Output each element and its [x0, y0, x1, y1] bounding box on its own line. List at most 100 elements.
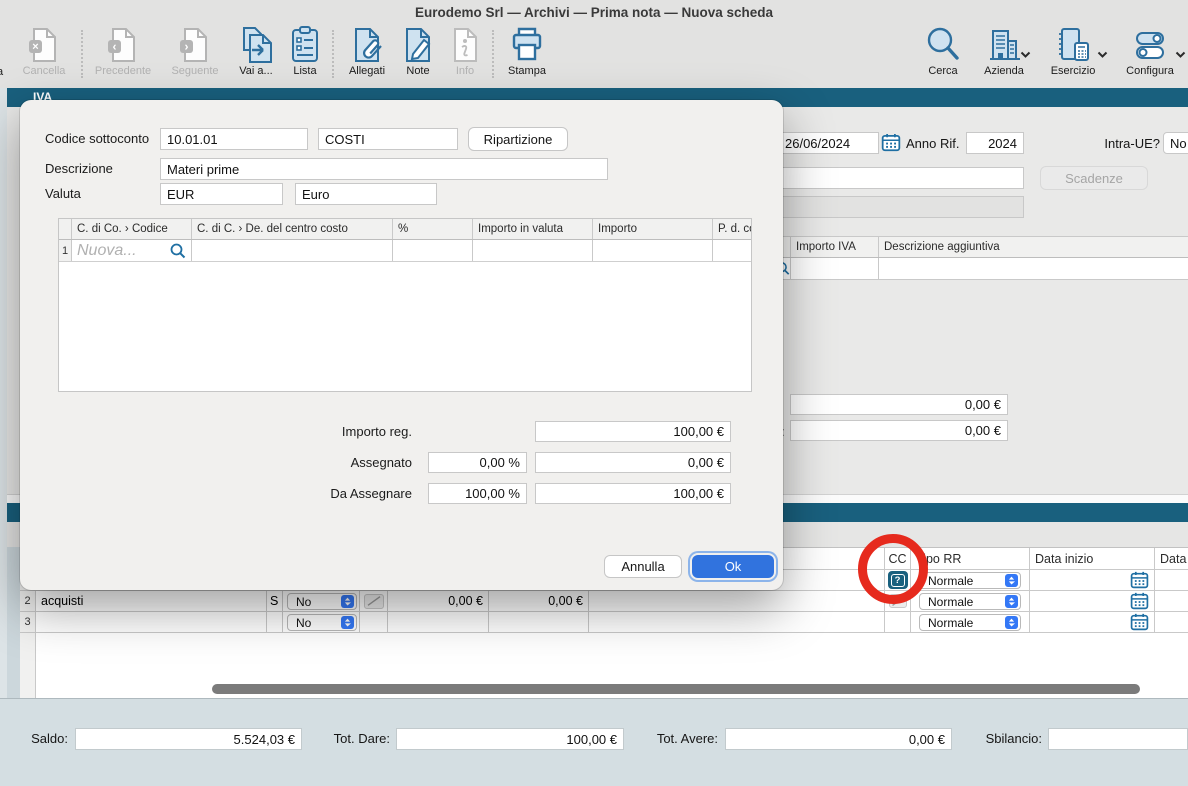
annotation-red-circle	[858, 534, 928, 604]
conto-name-field[interactable]: COSTI	[318, 128, 458, 150]
data-fine-cell[interactable]	[1155, 570, 1188, 590]
toolbar-label: Info	[456, 65, 474, 77]
codice-sottoconto-field[interactable]: 10.01.01	[160, 128, 308, 150]
data-fine-cell[interactable]	[1155, 612, 1188, 632]
grid-cell[interactable]	[192, 240, 393, 261]
select-stepper-icon	[1005, 595, 1018, 608]
tot-avere-label: Tot. Avere:	[648, 731, 718, 746]
toolbar-separator	[81, 30, 83, 78]
rows-grid-row-3: 3 No Normale	[20, 612, 1188, 633]
annulla-button[interactable]: Annulla	[604, 555, 682, 578]
toolbar-item-partial-label: a	[0, 66, 3, 78]
toolbar-label: Vai a...	[239, 65, 272, 77]
search-icon[interactable]	[170, 243, 186, 259]
no-select[interactable]: No	[287, 614, 357, 631]
tipo-rr-select[interactable]: Normale	[919, 614, 1021, 631]
ripartizione-grid-row-1: 1 Nuova...	[59, 240, 751, 262]
description-field[interactable]	[772, 167, 1024, 189]
data-fine-cell[interactable]	[1155, 591, 1188, 611]
descrizione-cell[interactable]: acquisti	[36, 591, 267, 611]
select-cell: No	[283, 612, 360, 632]
valuta-name-field[interactable]: Euro	[295, 183, 437, 205]
ok-button[interactable]: Ok	[692, 555, 774, 578]
svg-text:›: ›	[185, 40, 189, 54]
toolbar-label: Stampa	[508, 65, 546, 77]
ripartizione-grid: C. di Co. › Codice C. di C. › De. del ce…	[58, 218, 752, 392]
attachments-icon	[347, 25, 387, 65]
descrizione-cell[interactable]	[36, 612, 267, 632]
importo-reg-label: Importo reg.	[260, 424, 412, 439]
select-cell: No	[283, 591, 360, 611]
select-stepper-icon	[1005, 616, 1018, 629]
no-select[interactable]: No	[287, 593, 357, 610]
select-stepper-icon	[1005, 574, 1018, 587]
window-title: Eurodemo Srl — Archivi — Prima nota — Nu…	[0, 5, 1188, 20]
sbilancio-field	[1048, 728, 1188, 750]
calendar-icon[interactable]	[881, 133, 901, 157]
grid-cell[interactable]	[713, 240, 751, 261]
saldo-field: 5.524,03 €	[75, 728, 302, 750]
data-inizio-cell	[1030, 591, 1155, 611]
importo-cell[interactable]	[489, 612, 589, 632]
toolbar-label: Cerca	[928, 65, 957, 77]
chevron-down-icon[interactable]	[1097, 46, 1108, 64]
select-stepper-icon	[341, 616, 354, 629]
chevron-down-icon[interactable]	[1020, 46, 1031, 64]
da-assegnare-label: Da Assegnare	[260, 486, 412, 501]
grid-cell[interactable]	[593, 240, 713, 261]
importo-reg-field: 100,00 €	[535, 421, 731, 442]
select-stepper-icon	[341, 595, 354, 608]
tot-dare-field: 100,00 €	[396, 728, 624, 750]
scadenze-button: Scadenze	[1040, 166, 1148, 190]
calendar-icon[interactable]	[1130, 613, 1149, 631]
descrizione-field[interactable]: Materi prime	[160, 158, 608, 180]
chevron-down-icon[interactable]	[1175, 46, 1186, 64]
tipo-rr-select[interactable]: Normale	[919, 593, 1021, 610]
importo-cell[interactable]: 0,00 €	[388, 591, 489, 611]
importo-cell[interactable]	[388, 612, 489, 632]
slash-button[interactable]	[364, 594, 384, 609]
s-cell[interactable]: S	[267, 591, 283, 611]
tot-dare-label: Tot. Dare:	[328, 731, 390, 746]
wide-cell[interactable]	[589, 591, 885, 611]
tipo-rr-select[interactable]: Normale	[919, 572, 1021, 589]
s-cell[interactable]	[267, 612, 283, 632]
svg-text:‹: ‹	[113, 40, 117, 54]
grid-cell[interactable]	[393, 240, 473, 261]
slash-cell[interactable]	[360, 612, 388, 632]
valuta-code-field[interactable]: EUR	[160, 183, 283, 205]
toolbar: Eurodemo Srl — Archivi — Prima nota — Nu…	[0, 0, 1188, 88]
new-row-cell[interactable]: Nuova...	[72, 240, 192, 261]
calendar-icon[interactable]	[1130, 592, 1149, 610]
toolbar-label: Lista	[293, 65, 316, 77]
importo-cell[interactable]: 0,00 €	[489, 591, 589, 611]
row-number: 1	[59, 240, 72, 261]
amount-field-1[interactable]: 0,00 €	[790, 394, 1008, 415]
svg-text:×: ×	[32, 41, 38, 53]
new-row-placeholder: Nuova...	[77, 242, 137, 260]
wide-cell[interactable]	[589, 612, 885, 632]
anno-rif-field[interactable]: 2024	[966, 132, 1024, 154]
tipo-rr-cell: Normale	[911, 570, 1030, 590]
settings-toggles-icon	[1130, 25, 1170, 65]
intra-ue-select[interactable]: No	[1163, 132, 1188, 154]
totals-footer: Saldo: 5.524,03 € Tot. Dare: 100,00 € To…	[0, 698, 1188, 786]
ripartizione-button[interactable]: Ripartizione	[468, 127, 568, 151]
grid-cell[interactable]	[473, 240, 593, 261]
calendar-icon[interactable]	[1130, 571, 1149, 589]
toolbar-label: Note	[406, 65, 429, 77]
cc-cell[interactable]	[885, 612, 911, 632]
iva-grid-cell[interactable]	[879, 258, 1188, 279]
valuta-label: Valuta	[45, 186, 81, 201]
horizontal-scrollbar-thumb[interactable]	[212, 684, 1140, 694]
date-field[interactable]: 26/06/2024	[772, 132, 879, 154]
amount-field-2[interactable]: 0,00 €	[790, 420, 1008, 441]
slash-cell	[360, 591, 388, 611]
ripartizione-grid-header: C. di Co. › Codice C. di C. › De. del ce…	[59, 219, 751, 240]
iva-grid-cell[interactable]	[791, 258, 879, 279]
list-clipboard-icon	[285, 25, 325, 65]
toolbar-stampa-button[interactable]: Stampa	[491, 25, 563, 85]
toolbar-label: Seguente	[171, 65, 218, 77]
grid-col-importo-valuta: Importo in valuta	[473, 219, 593, 239]
row-number: 2	[20, 591, 36, 611]
